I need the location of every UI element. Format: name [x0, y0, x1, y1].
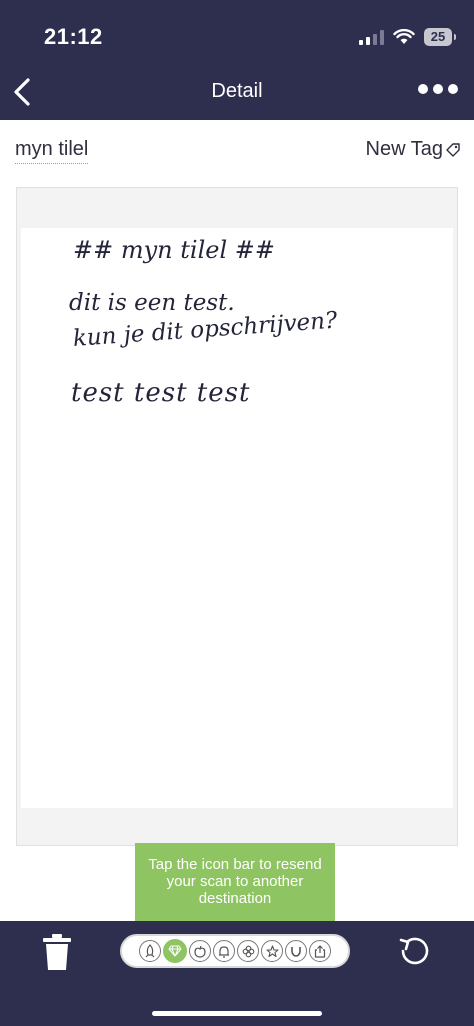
new-tag-label: New Tag: [365, 138, 443, 160]
more-options-icon[interactable]: [418, 84, 458, 94]
apple-icon[interactable]: [189, 940, 211, 962]
share-icon[interactable]: [309, 940, 331, 962]
tag-icon: [446, 142, 460, 157]
home-indicator: [152, 1011, 322, 1016]
star-icon[interactable]: [261, 940, 283, 962]
nav-title: Detail: [211, 80, 263, 102]
clover-icon[interactable]: [237, 940, 259, 962]
handwriting-line: test test test: [71, 378, 251, 408]
scanned-page: ## myn tilel ## dit is een test. kun je …: [21, 228, 453, 808]
scan-preview: ## myn tilel ## dit is een test. kun je …: [16, 187, 458, 846]
cellular-signal-icon: [359, 29, 384, 45]
bell-icon[interactable]: [213, 940, 235, 962]
refresh-icon[interactable]: [398, 934, 432, 968]
status-time: 21:12: [44, 24, 103, 49]
diamond-icon[interactable]: [163, 939, 187, 963]
bottom-toolbar: [0, 921, 474, 1026]
status-icons: 25: [359, 26, 456, 48]
top-bar: 21:12 25 Detail: [0, 0, 474, 120]
handwriting-line: ## myn tilel ##: [73, 236, 275, 264]
rocket-icon[interactable]: [139, 940, 161, 962]
battery-icon: 25: [424, 28, 456, 46]
hint-tooltip: Tap the icon bar to resend your scan to …: [135, 843, 335, 931]
handwriting-line: dit is een test.: [69, 290, 235, 316]
document-title[interactable]: myn tilel: [15, 138, 89, 164]
wifi-icon: [393, 29, 415, 44]
new-tag-button[interactable]: New Tag: [366, 138, 460, 161]
destination-icon-bar[interactable]: [120, 934, 350, 968]
trash-icon[interactable]: [42, 933, 72, 971]
horseshoe-icon[interactable]: [285, 940, 307, 962]
